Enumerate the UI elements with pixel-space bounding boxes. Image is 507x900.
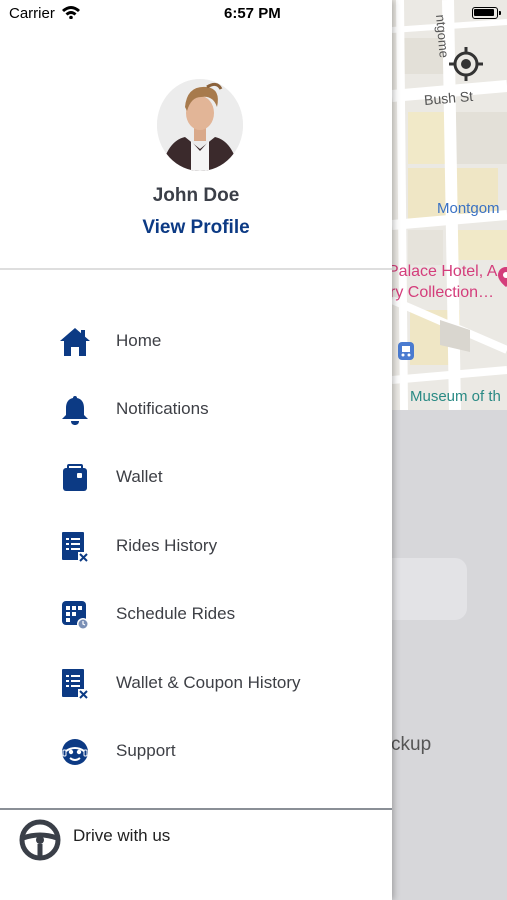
- view-profile-link[interactable]: View Profile: [0, 217, 392, 239]
- menu-item-notifications[interactable]: Notifications: [0, 381, 392, 437]
- coupon-history-icon: [58, 667, 92, 701]
- clock: 6:57 PM: [224, 5, 281, 22]
- crosshair-icon: [449, 47, 483, 81]
- map-street-label: Montgom: [437, 200, 500, 217]
- history-icon: [58, 530, 92, 564]
- profile-photo: [157, 79, 243, 171]
- transit-icon: [398, 342, 414, 360]
- menu-item-label: Notifications: [116, 399, 209, 418]
- poi-pin-icon: [498, 267, 507, 287]
- pickup-label: ckup: [391, 734, 432, 755]
- steering-wheel-icon: [19, 819, 61, 861]
- drive-with-us-label: Drive with us: [73, 826, 171, 845]
- menu-item-label: Home: [116, 331, 162, 350]
- bell-icon: [58, 393, 92, 427]
- battery-icon: [472, 7, 501, 19]
- support-icon: [58, 735, 92, 769]
- map-poi-label: ry Collection…: [390, 284, 495, 301]
- menu-item-wallet[interactable]: Wallet: [0, 449, 392, 505]
- menu-item-support[interactable]: Support: [0, 723, 392, 779]
- locate-me-button[interactable]: [446, 44, 486, 84]
- menu-item-label: Support: [116, 741, 176, 760]
- menu-item-label: Wallet: [116, 467, 163, 486]
- home-icon: [58, 325, 92, 359]
- menu-item-rides-history[interactable]: Rides History: [0, 518, 392, 574]
- drive-with-us-button[interactable]: Drive with us: [0, 810, 392, 900]
- menu-item-label: Wallet & Coupon History: [116, 673, 301, 692]
- menu-item-schedule-rides[interactable]: Schedule Rides: [0, 586, 392, 642]
- header-divider: [0, 268, 392, 270]
- user-name: John Doe: [152, 185, 240, 206]
- side-drawer: John Doe View Profile Home Notifications…: [0, 0, 392, 900]
- menu-item-label: Schedule Rides: [116, 604, 236, 623]
- status-bar: Carrier 6:57 PM: [0, 0, 507, 28]
- menu-item-wallet-coupon-history[interactable]: Wallet & Coupon History: [0, 655, 392, 711]
- menu-item-label: Rides History: [116, 536, 218, 555]
- menu-item-home[interactable]: Home: [0, 313, 392, 369]
- schedule-icon: [58, 598, 92, 632]
- map-poi-label: Palace Hotel, A: [388, 263, 498, 280]
- map-poi-label: Museum of th: [410, 388, 501, 405]
- avatar[interactable]: [157, 79, 243, 171]
- wallet-icon: [58, 461, 92, 495]
- carrier-label: Carrier: [9, 5, 55, 22]
- wifi-icon: [62, 6, 80, 19]
